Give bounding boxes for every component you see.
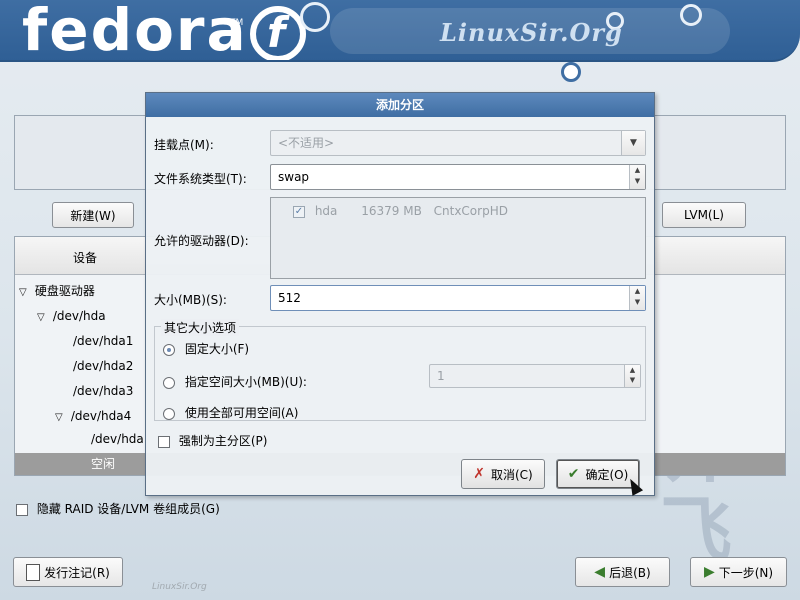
tree-row[interactable]: /dev/hda1 xyxy=(73,329,133,354)
radio-button[interactable] xyxy=(163,407,175,420)
bubble-icon xyxy=(300,2,330,32)
checkbox-box[interactable] xyxy=(158,435,170,448)
select-arrows-icon[interactable]: ▲ ▼ xyxy=(629,165,645,189)
next-button[interactable]: ▶ 下一步(N) xyxy=(690,557,787,587)
expander-down-icon[interactable]: ▽ xyxy=(37,305,49,330)
new-partition-button[interactable]: 新建(W) xyxy=(52,202,134,228)
allowed-drives-label: 允许的驱动器(D): xyxy=(154,234,249,248)
footer-watermark: LinuxSir.Org xyxy=(152,582,207,592)
linuxsir-watermark: LinuxSir.Org xyxy=(440,18,623,47)
fedora-logo: fedora xyxy=(22,0,248,62)
spin-arrows-icon[interactable]: ▲ ▼ xyxy=(629,286,645,310)
mount-point-label: 挂载点(M): xyxy=(154,138,214,152)
drive-checkbox[interactable]: ✓ xyxy=(293,205,305,218)
document-icon xyxy=(26,563,41,581)
hide-raid-checkbox[interactable]: 隐藏 RAID 设备/LVM 卷组成员(G) xyxy=(16,500,220,517)
dropdown-arrow-icon[interactable]: ▼ xyxy=(621,131,645,155)
tree-row[interactable]: /dev/hda xyxy=(91,427,144,452)
fedora-infinity-icon: f xyxy=(250,6,306,60)
bubble-icon xyxy=(561,62,581,82)
trademark: TM xyxy=(230,18,244,28)
release-notes-button[interactable]: 发行注记(R) xyxy=(13,557,123,587)
back-button[interactable]: ◀ 后退(B) xyxy=(575,557,670,587)
drive-row[interactable]: ✓ hda 16379 MB CntxCorpHD xyxy=(293,204,508,218)
radio-button[interactable] xyxy=(163,376,175,389)
expander-down-icon[interactable]: ▽ xyxy=(19,280,31,305)
arrow-left-icon: ◀ xyxy=(594,564,606,580)
tree-row[interactable]: ▽ /dev/hda4 xyxy=(55,404,131,429)
fedora-banner: fedora TM f LinuxSir.Org xyxy=(0,0,800,62)
spin-arrows-icon[interactable]: ▲ ▼ xyxy=(624,365,640,387)
cancel-button[interactable]: ✗ 取消(C) xyxy=(461,459,545,489)
allowed-drives-list[interactable]: ✓ hda 16379 MB CntxCorpHD xyxy=(270,197,646,279)
mount-point-combo[interactable]: <不适用> ▼ xyxy=(270,130,646,156)
checkbox-box[interactable] xyxy=(16,503,28,516)
other-size-options-group: 其它大小选项 固定大小(F) 指定空间大小(MB)(U): 1 ▲ ▼ 使用全部可… xyxy=(154,319,646,421)
group-legend: 其它大小选项 xyxy=(161,319,240,336)
add-partition-dialog: 添加分区 挂载点(M): <不适用> ▼ 文件系统类型(T): swap ▲ ▼ … xyxy=(145,92,655,496)
lvm-button[interactable]: LVM(L) xyxy=(662,202,746,228)
expander-down-icon[interactable]: ▽ xyxy=(55,405,67,430)
max-size-spinbox[interactable]: 1 ▲ ▼ xyxy=(429,364,641,388)
tree-row[interactable]: /dev/hda2 xyxy=(73,354,133,379)
cancel-x-icon: ✗ xyxy=(473,466,485,482)
radio-button[interactable] xyxy=(163,343,175,356)
fs-type-select[interactable]: swap ▲ ▼ xyxy=(270,164,646,190)
size-label: 大小(MB)(S): xyxy=(154,293,227,307)
size-spinbox[interactable]: 512 ▲ ▼ xyxy=(270,285,646,311)
tree-row[interactable]: /dev/hda3 xyxy=(73,379,133,404)
tree-row[interactable]: ▽ 硬盘驱动器 xyxy=(19,279,95,304)
tree-row[interactable]: ▽ /dev/hda xyxy=(37,304,106,329)
arrow-right-icon: ▶ xyxy=(703,564,715,580)
force-primary-checkbox[interactable]: 强制为主分区(P) xyxy=(158,432,267,449)
max-size-radio[interactable]: 指定空间大小(MB)(U): xyxy=(163,373,307,390)
fixed-size-radio[interactable]: 固定大小(F) xyxy=(163,340,249,357)
bubble-icon xyxy=(680,4,702,26)
fs-type-label: 文件系统类型(T): xyxy=(154,172,247,186)
fill-all-radio[interactable]: 使用全部可用空间(A) xyxy=(163,404,298,421)
dialog-title: 添加分区 xyxy=(146,93,654,117)
checkmark-icon: ✔ xyxy=(567,466,580,482)
